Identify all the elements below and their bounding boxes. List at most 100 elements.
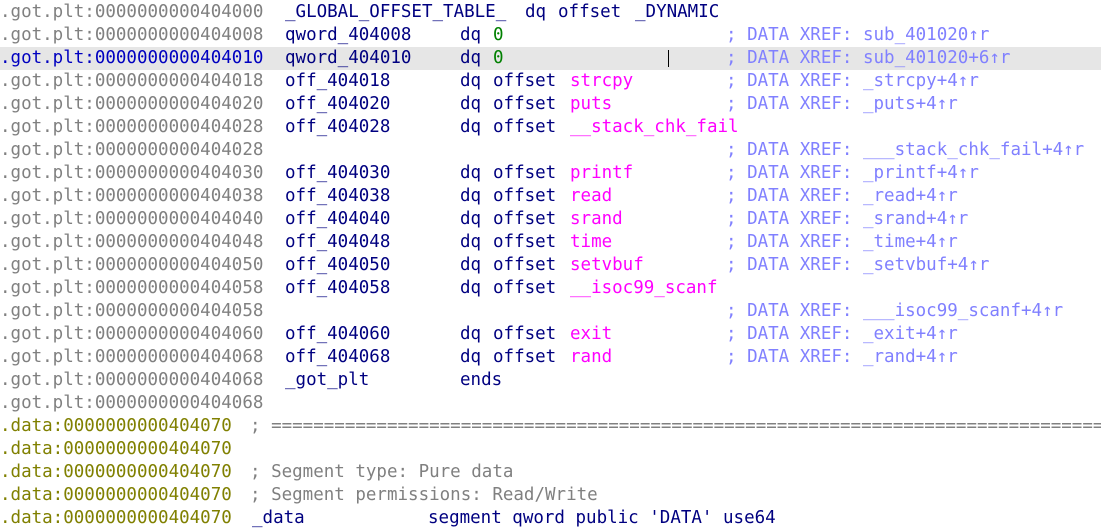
address: .got.plt:0000000000404038 (0, 186, 264, 206)
offset-keyword: offset (493, 324, 557, 344)
listing-line[interactable]: .got.plt:0000000000404018 off_404018 dq off… (0, 70, 1101, 93)
operand-target[interactable]: printf (570, 162, 633, 185)
directive: dq (460, 232, 482, 252)
operand-target[interactable]: exit (570, 323, 612, 346)
xref-comment[interactable]: ; DATA XREF: ___isoc99_scanf+4↑r (726, 300, 1063, 323)
segment-comment: ; Segment permissions: Read/Write (250, 485, 598, 505)
segment-label[interactable]: _data (252, 507, 305, 530)
address: .data:0000000000404070 (0, 462, 232, 482)
listing-line[interactable]: .got.plt:0000000000404068 _got_plt ends (0, 369, 1101, 392)
operand-target[interactable]: read (570, 185, 612, 208)
segment-directive: segment qword public 'DATA' use64 (428, 508, 776, 528)
offset-keyword: offset (558, 2, 622, 22)
listing-line[interactable]: .data:0000000000404070 ; Segment permissi… (0, 484, 1101, 507)
listing-line[interactable]: .got.plt:0000000000404040 off_404040 dq off… (0, 208, 1101, 231)
xref-comment[interactable]: ; DATA XREF: sub_401020↑r (726, 24, 989, 47)
address: .got.plt:0000000000404048 (0, 232, 264, 252)
listing-line[interactable]: .got.plt:0000000000404028 off_404028 dq off… (0, 116, 1101, 139)
xref-comment[interactable]: ; DATA XREF: _printf+4↑r (726, 162, 979, 185)
operand-target[interactable]: srand (570, 208, 623, 231)
listing-line[interactable]: .got.plt:0000000000404030 off_404030 dq off… (0, 162, 1101, 185)
operand-target[interactable]: rand (570, 346, 612, 369)
listing-line[interactable]: .data:0000000000404070 ; Segment type: Pu… (0, 461, 1101, 484)
address: .data:0000000000404070 (0, 416, 232, 436)
symbol-label[interactable]: off_404030 (285, 162, 390, 185)
address: .got.plt:0000000000404018 (0, 71, 264, 91)
directive: dq (460, 163, 482, 183)
operand-target[interactable]: __isoc99_scanf (570, 277, 718, 300)
operand-target[interactable]: time (570, 231, 612, 254)
listing-line[interactable]: .got.plt:0000000000404028 ; DATA XREF: __… (0, 139, 1101, 162)
segment-comment: ; Segment type: Pure data (250, 462, 514, 482)
xref-comment[interactable]: ; DATA XREF: _read+4↑r (726, 185, 958, 208)
offset-keyword: offset (493, 278, 557, 298)
listing-line[interactable]: .got.plt:0000000000404058 ; DATA XREF: __… (0, 300, 1101, 323)
address: .got.plt:0000000000404060 (0, 324, 264, 344)
operand-target[interactable]: puts (570, 93, 612, 116)
operand-target[interactable]: __stack_chk_fail (570, 116, 739, 139)
offset-keyword: offset (493, 347, 557, 367)
listing-line[interactable]: .data:0000000000404070 ; ================… (0, 415, 1101, 438)
address: .data:0000000000404070 (0, 439, 232, 459)
xref-comment[interactable]: ; DATA XREF: ___stack_chk_fail+4↑r (726, 139, 1084, 162)
symbol-label[interactable]: off_404038 (285, 185, 390, 208)
listing-line[interactable]: .got.plt:0000000000404068 (0, 392, 1101, 415)
symbol-label[interactable]: off_404048 (285, 231, 390, 254)
directive: dq (460, 186, 482, 206)
address: .got.plt:0000000000404050 (0, 255, 264, 275)
symbol-label[interactable]: off_404058 (285, 277, 390, 300)
listing-line[interactable]: .data:0000000000404070 (0, 438, 1101, 461)
operand-target[interactable]: 0 (493, 24, 504, 47)
symbol-label[interactable]: off_404040 (285, 208, 390, 231)
disassembly-listing[interactable]: .got.plt:0000000000404000 _GLOBAL_OFFSET_… (0, 0, 1101, 529)
symbol-label[interactable]: _got_plt (285, 369, 369, 392)
symbol-label[interactable]: off_404050 (285, 254, 390, 277)
directive: dq (460, 278, 482, 298)
text-cursor (668, 50, 669, 67)
symbol-label[interactable]: _GLOBAL_OFFSET_TABLE_ (285, 1, 506, 24)
listing-line[interactable]: .data:0000000000404070 _data segment qword… (0, 507, 1101, 530)
listing-line[interactable]: .got.plt:0000000000404068 off_404068 dq off… (0, 346, 1101, 369)
xref-comment[interactable]: ; DATA XREF: _setvbuf+4↑r (726, 254, 989, 277)
xref-comment[interactable]: ; DATA XREF: _srand+4↑r (726, 208, 968, 231)
symbol-label[interactable]: qword_404008 (285, 24, 411, 47)
listing-line[interactable]: .got.plt:0000000000404000 _GLOBAL_OFFSET_… (0, 1, 1101, 24)
listing-line[interactable]: .got.plt:0000000000404008 qword_404008 dq 0… (0, 24, 1101, 47)
operand-target[interactable]: setvbuf (570, 254, 644, 277)
symbol-label[interactable]: off_404068 (285, 346, 390, 369)
xref-comment[interactable]: ; DATA XREF: sub_401020+6↑r (726, 47, 1010, 70)
address: .got.plt:0000000000404008 (0, 25, 264, 45)
xref-comment[interactable]: ; DATA XREF: _time+4↑r (726, 231, 958, 254)
xref-comment[interactable]: ; DATA XREF: _puts+4↑r (726, 93, 958, 116)
directive: dq (460, 25, 482, 45)
xref-comment[interactable]: ; DATA XREF: _strcpy+4↑r (726, 70, 979, 93)
address: .data:0000000000404070 (0, 485, 232, 505)
listing-line[interactable]: .got.plt:0000000000404020 off_404020 dq off… (0, 93, 1101, 116)
directive: dq (460, 94, 482, 114)
listing-line[interactable]: .got.plt:0000000000404050 off_404050 dq off… (0, 254, 1101, 277)
offset-keyword: offset (493, 71, 557, 91)
symbol-label[interactable]: off_404028 (285, 116, 390, 139)
listing-line[interactable]: .got.plt:0000000000404060 off_404060 dq off… (0, 323, 1101, 346)
listing-line[interactable]: .got.plt:0000000000404038 off_404038 dq off… (0, 185, 1101, 208)
xref-comment[interactable]: ; DATA XREF: _rand+4↑r (726, 346, 958, 369)
directive: ends (460, 370, 503, 390)
directive: dq (460, 324, 482, 344)
symbol-label[interactable]: off_404018 (285, 70, 390, 93)
symbol-label[interactable]: off_404060 (285, 323, 390, 346)
offset-keyword: offset (493, 209, 557, 229)
symbol-label[interactable]: off_404020 (285, 93, 390, 116)
offset-keyword: offset (493, 94, 557, 114)
directive: dq (460, 347, 482, 367)
offset-keyword: offset (493, 163, 557, 183)
symbol-label[interactable]: qword_404010 (285, 47, 411, 70)
operand-target[interactable]: strcpy (570, 70, 633, 93)
listing-line[interactable]: .got.plt:0000000000404010 qword_404010 dq 0… (0, 47, 1101, 70)
directive: dq (460, 255, 482, 275)
offset-keyword: offset (493, 186, 557, 206)
listing-line[interactable]: .got.plt:0000000000404048 off_404048 dq off… (0, 231, 1101, 254)
listing-line[interactable]: .got.plt:0000000000404058 off_404058 dq off… (0, 277, 1101, 300)
operand-target[interactable]: _DYNAMIC (635, 1, 719, 24)
xref-comment[interactable]: ; DATA XREF: _exit+4↑r (726, 323, 958, 346)
operand-target[interactable]: 0 (493, 47, 504, 70)
